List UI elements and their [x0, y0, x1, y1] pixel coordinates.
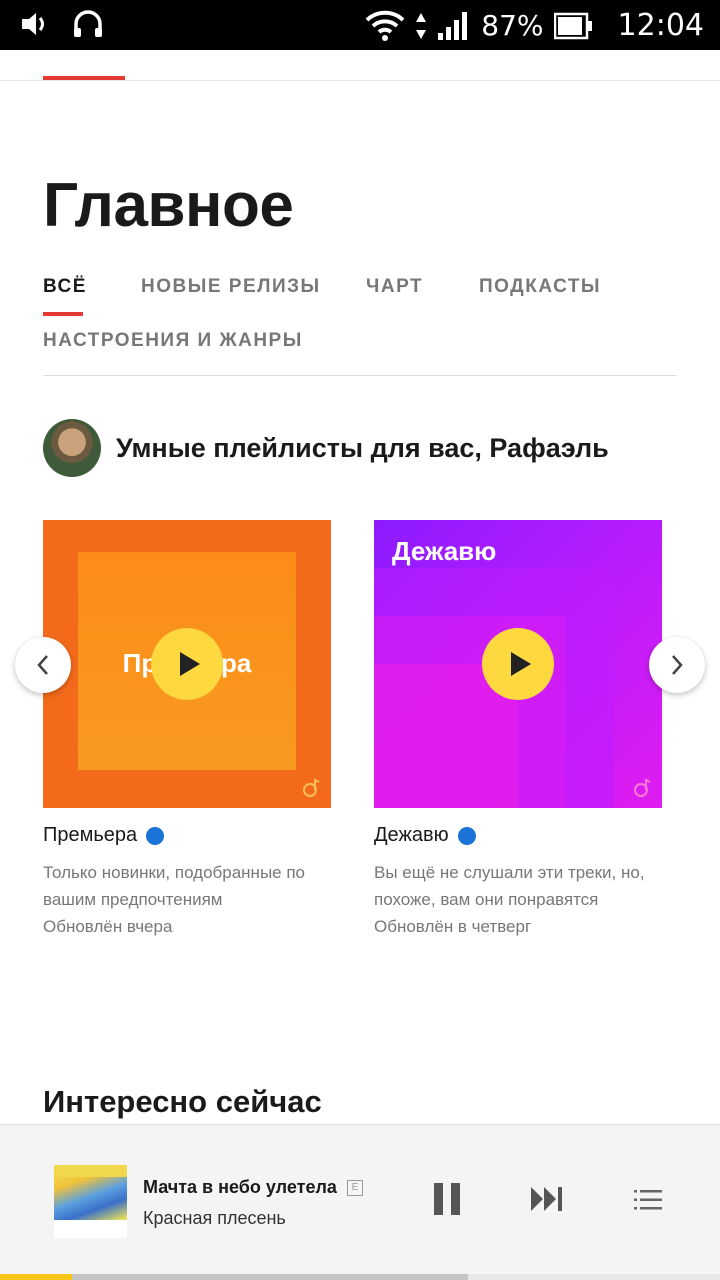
track-title[interactable]: Мачта в небо улетела	[143, 1177, 337, 1198]
playlist-description: Вы ещё не слушали эти треки, но, похоже,…	[374, 863, 645, 909]
queue-icon[interactable]	[634, 1189, 662, 1211]
album-cover-band	[54, 1220, 127, 1238]
playlist-card-dejavu[interactable]: Дежавю Дежавю Вы ещё не слушали эти трек…	[374, 520, 662, 937]
explicit-badge: E	[346, 1179, 363, 1196]
section-title: Умные плейлисты для вас, Рафаэль	[116, 432, 609, 463]
mini-player[interactable]: Мачта в небо улетела E Красная плесень	[0, 1124, 720, 1275]
playlist-cover[interactable]: Премьера	[43, 520, 331, 808]
playlist-cover[interactable]: Дежавю	[374, 520, 662, 808]
data-transfer-icon	[416, 12, 427, 39]
playlist-title[interactable]: Дежавю	[374, 824, 449, 847]
tab-chart[interactable]: ЧАРТ	[366, 276, 423, 298]
chevron-right-icon	[672, 655, 683, 675]
battery-percent: 87%	[481, 9, 544, 42]
playback-progress-bar[interactable]	[0, 1274, 720, 1280]
carousel-next-button[interactable]	[649, 637, 705, 693]
pause-button[interactable]	[434, 1183, 460, 1215]
verified-icon	[146, 826, 165, 845]
tab-moods-genres[interactable]: НАСТРОЕНИЯ И ЖАНРЫ	[43, 330, 303, 352]
playlist-card-premiere[interactable]: Премьера Премьера Только новинки, подобр…	[43, 520, 331, 937]
tab-podcasts[interactable]: ПОДКАСТЫ	[479, 276, 601, 298]
next-track-icon[interactable]	[530, 1185, 564, 1213]
playlist-description: Только новинки, подобранные по вашим пре…	[43, 863, 305, 909]
volume-icon	[22, 13, 44, 35]
play-icon	[180, 652, 200, 676]
play-icon	[511, 652, 531, 676]
carousel-prev-button[interactable]	[15, 637, 71, 693]
avatar[interactable]	[43, 419, 101, 477]
play-button[interactable]	[151, 628, 223, 700]
signal-icon	[438, 11, 468, 40]
tab-active-underline	[43, 312, 83, 316]
playlist-updated: Обновлён в четверг	[374, 917, 532, 936]
pause-bar	[451, 1183, 460, 1215]
battery-icon	[553, 12, 592, 39]
pause-bar	[434, 1183, 443, 1215]
music-note-icon	[303, 778, 320, 797]
clock: 12:04	[617, 8, 704, 43]
album-cover-band	[54, 1165, 127, 1177]
track-artist[interactable]: Красная плесень	[143, 1208, 363, 1229]
cover-title: Дежавю	[392, 536, 497, 566]
top-active-indicator	[43, 76, 125, 80]
playlist-title[interactable]: Премьера	[43, 824, 137, 847]
progress-played	[0, 1274, 72, 1280]
wifi-icon	[365, 10, 405, 41]
tabs-divider	[43, 375, 677, 376]
page-title: Главное	[43, 171, 294, 240]
music-note-icon	[634, 778, 651, 797]
verified-icon	[457, 826, 476, 845]
playlist-updated: Обновлён вчера	[43, 917, 173, 936]
chevron-left-icon	[37, 655, 48, 675]
section-title-interesting: Интересно сейчас	[43, 1084, 322, 1119]
status-bar: 87% 12:04	[0, 0, 720, 50]
play-button[interactable]	[482, 628, 554, 700]
smart-playlists-header: Умные плейлисты для вас, Рафаэль	[43, 419, 609, 477]
album-cover[interactable]	[54, 1165, 127, 1238]
headphones-icon	[74, 10, 102, 37]
tab-all[interactable]: ВСЁ	[43, 276, 87, 298]
tab-new-releases[interactable]: НОВЫЕ РЕЛИЗЫ	[141, 276, 321, 298]
